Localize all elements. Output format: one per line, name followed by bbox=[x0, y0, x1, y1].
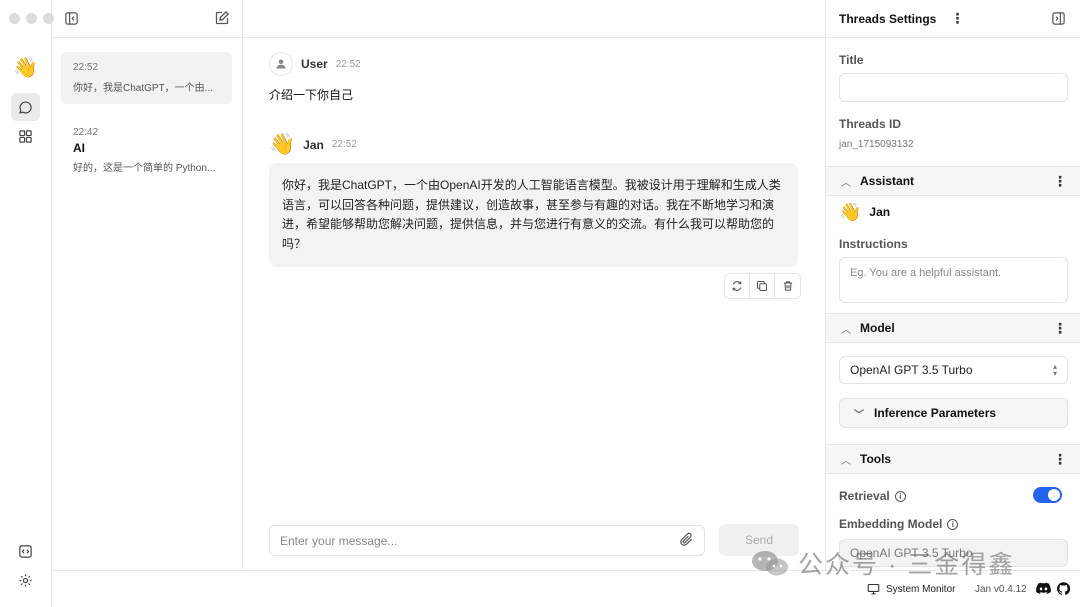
left-rail: 👋 bbox=[0, 0, 54, 607]
panel-collapse-icon[interactable] bbox=[1051, 11, 1066, 29]
more-options-icon[interactable]: ⋮ bbox=[1053, 451, 1067, 468]
section-title: Tools bbox=[860, 452, 892, 466]
new-thread-icon[interactable] bbox=[214, 10, 230, 29]
system-monitor-button[interactable]: System Monitor bbox=[867, 583, 955, 595]
monitor-icon bbox=[867, 584, 880, 595]
waving-hand-icon: 👋 bbox=[839, 202, 862, 222]
retrieval-label-row: Retrieval i bbox=[839, 489, 906, 503]
chat-header bbox=[243, 0, 825, 38]
assistant-message-header: 👋 Jan 22:52 bbox=[269, 134, 357, 155]
watermark-text: 公众号 · 三金得鑫 bbox=[798, 551, 1016, 579]
instructions-textarea[interactable]: Eg. You are a helpful assistant. bbox=[839, 257, 1068, 303]
wechat-logo-icon bbox=[750, 550, 790, 576]
info-icon[interactable]: i bbox=[947, 519, 959, 531]
thread-item[interactable]: 22:52 你好，我是ChatGPT，一个由... bbox=[61, 52, 232, 104]
copy-icon[interactable] bbox=[750, 274, 775, 298]
model-select[interactable]: OpenAI GPT 3.5 Turbo ▴ ▾ bbox=[839, 356, 1068, 384]
message-input[interactable] bbox=[280, 533, 660, 548]
more-options-icon[interactable]: ⋮ bbox=[1053, 173, 1067, 190]
tools-section-header[interactable]: ︿ Tools ⋮ bbox=[826, 444, 1080, 474]
thread-snippet: 你好，我是ChatGPT，一个由... bbox=[73, 83, 214, 94]
thread-title: AI bbox=[73, 141, 85, 155]
close-window-button[interactable] bbox=[9, 13, 20, 24]
sender-name: Jan bbox=[303, 137, 324, 152]
inference-parameters-label: Inference Parameters bbox=[874, 406, 997, 420]
window-controls bbox=[9, 13, 54, 24]
embedding-label-row: Embedding Model i bbox=[839, 517, 959, 531]
assistant-row: 👋 Jan bbox=[839, 203, 890, 221]
chevron-up-icon: ︿ bbox=[841, 324, 851, 336]
minimize-window-button[interactable] bbox=[26, 13, 37, 24]
app-version: Jan v0.4.12 bbox=[975, 584, 1027, 595]
message-time: 22:52 bbox=[331, 139, 357, 150]
title-input[interactable] bbox=[839, 73, 1068, 102]
message-time: 22:52 bbox=[335, 58, 361, 70]
assistant-name: Jan bbox=[869, 205, 891, 219]
message-actions bbox=[724, 273, 801, 299]
more-options-icon[interactable]: ⋮ bbox=[1053, 320, 1067, 337]
section-title: Assistant bbox=[860, 174, 915, 188]
settings-title: Threads Settings bbox=[839, 11, 937, 26]
thread-list-toolbar bbox=[52, 0, 242, 38]
retrieval-label: Retrieval bbox=[839, 489, 890, 503]
embedding-model-label: Embedding Model bbox=[839, 517, 943, 531]
message-input-box bbox=[269, 525, 705, 556]
user-avatar-icon bbox=[269, 52, 293, 76]
sidebar-collapse-icon[interactable] bbox=[64, 11, 79, 29]
sender-name: User bbox=[301, 57, 328, 71]
inference-parameters-toggle[interactable]: ﹀ Inference Parameters bbox=[839, 398, 1068, 428]
instructions-label: Instructions bbox=[839, 237, 908, 251]
section-title: Model bbox=[860, 321, 895, 335]
thread-id-label: Threads ID bbox=[839, 117, 902, 131]
settings-header: Threads Settings ⋮ bbox=[826, 0, 1080, 38]
chat-area: User 22:52 介绍一下你自己 👋 Jan 22:52 你好，我是Chat… bbox=[243, 0, 825, 570]
watermark: 公众号 · 三金得鑫 bbox=[750, 545, 1015, 581]
gear-icon[interactable] bbox=[11, 566, 40, 594]
thread-list: 22:52 你好，我是ChatGPT，一个由... 22:42 AI 好的，这是… bbox=[52, 0, 243, 570]
retrieval-toggle[interactable] bbox=[1033, 487, 1062, 503]
thread-time: 22:52 bbox=[73, 62, 99, 73]
regenerate-icon[interactable] bbox=[725, 274, 750, 298]
chevron-up-icon: ︿ bbox=[841, 455, 851, 467]
discord-icon[interactable] bbox=[1036, 582, 1051, 597]
assistant-message-bubble: 你好，我是ChatGPT，一个由OpenAI开发的人工智能语言模型。我被设计用于… bbox=[269, 163, 798, 267]
user-message-header: User 22:52 bbox=[269, 52, 361, 76]
system-monitor-label: System Monitor bbox=[886, 583, 956, 595]
chevron-down-icon: ﹀ bbox=[854, 409, 864, 421]
github-icon[interactable] bbox=[1056, 582, 1071, 598]
chevron-up-icon: ︿ bbox=[841, 177, 851, 189]
title-label: Title bbox=[839, 53, 864, 67]
info-icon[interactable]: i bbox=[894, 491, 906, 503]
thread-item[interactable]: 22:42 AI 好的，这是一个简单的 Python... bbox=[61, 117, 232, 184]
waving-hand-icon[interactable]: 👋 bbox=[11, 54, 40, 82]
model-section-header[interactable]: ︿ Model ⋮ bbox=[826, 313, 1080, 343]
model-select-value: OpenAI GPT 3.5 Turbo bbox=[850, 363, 973, 377]
grid-icon[interactable] bbox=[11, 122, 40, 150]
thread-settings-panel: Threads Settings ⋮ Title Threads ID jan_… bbox=[825, 0, 1080, 570]
user-message-text: 介绍一下你自己 bbox=[269, 88, 354, 102]
more-options-icon[interactable]: ⋮ bbox=[950, 10, 964, 27]
trash-icon[interactable] bbox=[775, 274, 800, 298]
chevron-up-down-icon: ▴ ▾ bbox=[1052, 362, 1057, 378]
thread-snippet: 好的，这是一个简单的 Python... bbox=[73, 163, 216, 174]
assistant-section-header[interactable]: ︿ Assistant ⋮ bbox=[826, 166, 1080, 196]
thread-id-value: jan_1715093132 bbox=[839, 139, 914, 150]
paperclip-icon[interactable] bbox=[679, 532, 694, 550]
thread-time: 22:42 bbox=[73, 127, 99, 138]
code-icon[interactable] bbox=[11, 537, 40, 565]
waving-hand-icon: 👋 bbox=[269, 133, 296, 156]
chat-icon[interactable] bbox=[11, 93, 40, 121]
